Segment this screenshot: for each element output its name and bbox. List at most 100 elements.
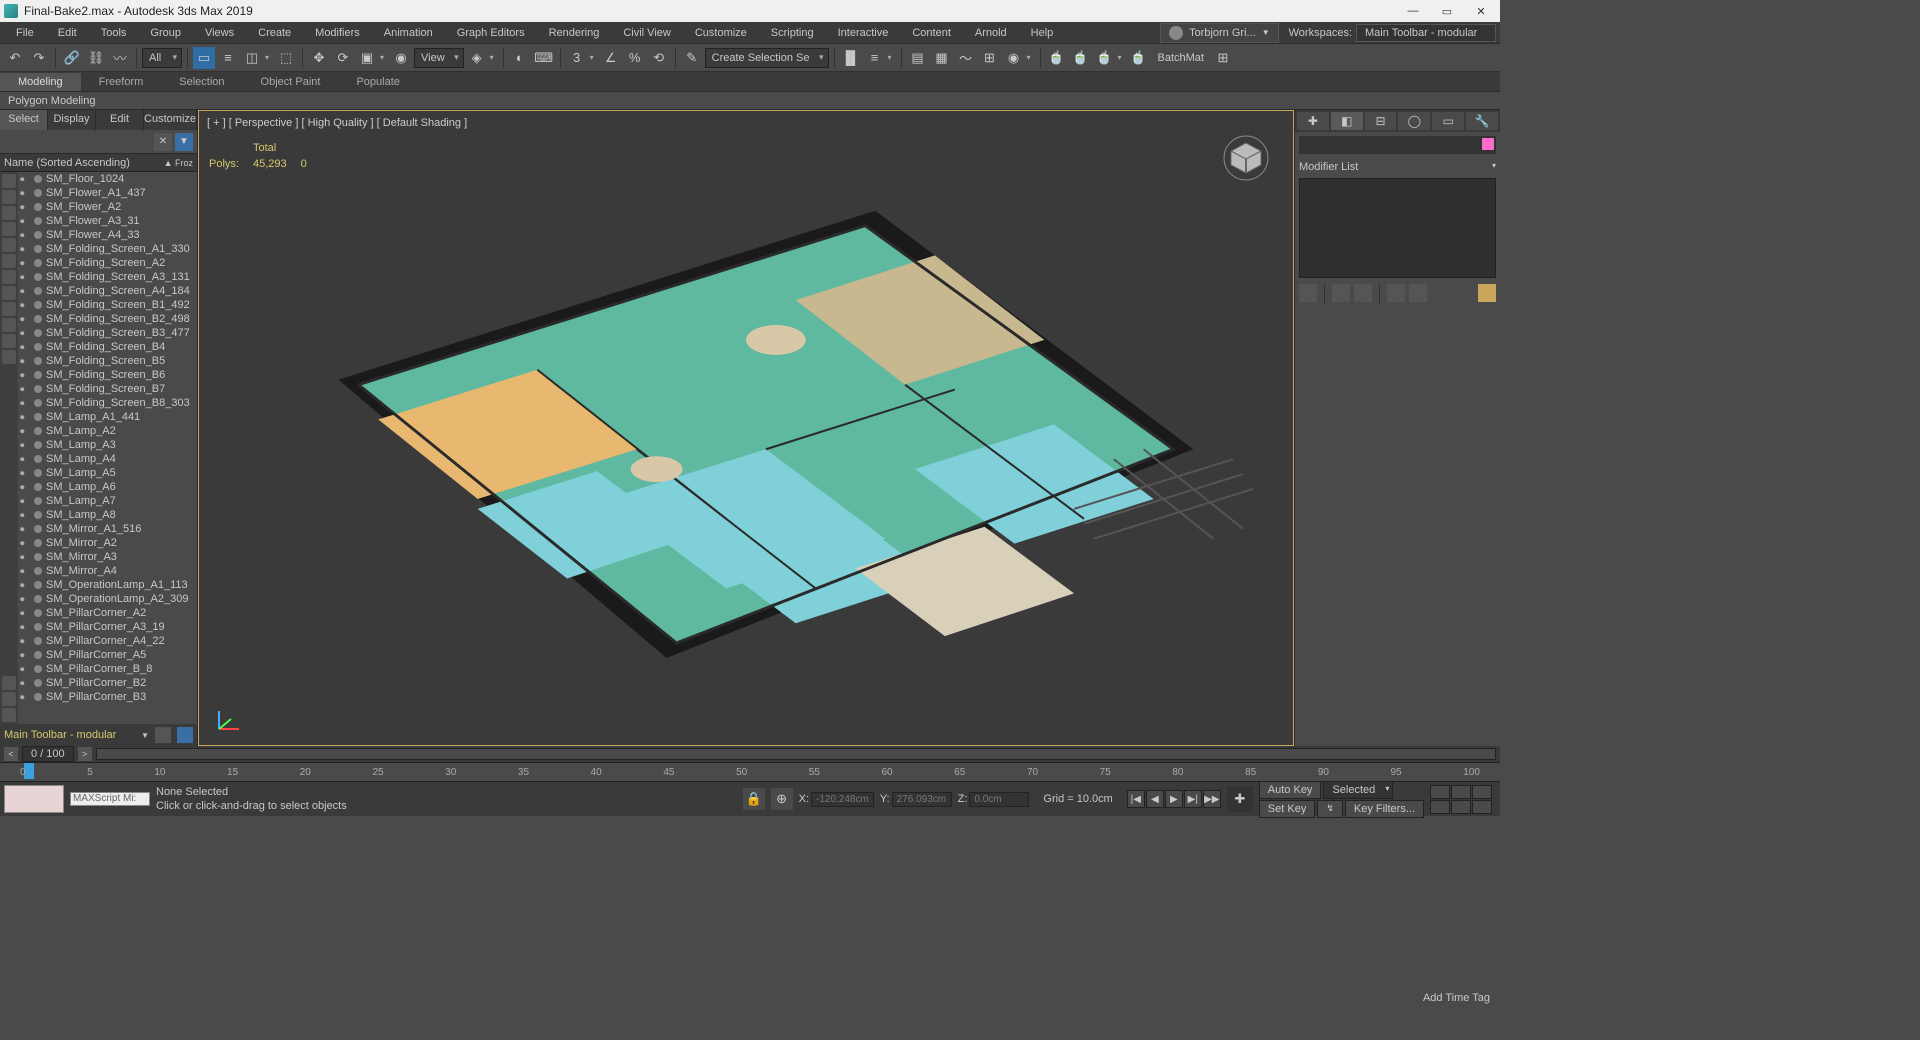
scene-list-header[interactable]: Name (Sorted Ascending) ▲ Froz [0,154,197,172]
key-filter-selected-dropdown[interactable]: Selected [1323,781,1393,799]
visibility-icon[interactable]: ⏺ [20,552,30,563]
window-crossing-button[interactable]: ⬚ [275,47,297,69]
object-color-swatch[interactable] [1482,138,1494,150]
move-button[interactable]: ✥ [308,47,330,69]
visibility-icon[interactable]: ⏺ [20,286,30,297]
menu-customize[interactable]: Customize [683,24,759,42]
edit-named-selection-button[interactable]: ✎ [681,47,703,69]
menu-civil-view[interactable]: Civil View [611,24,682,42]
show-end-result-icon[interactable] [1332,284,1350,302]
visibility-icon[interactable]: ⏺ [20,692,30,703]
redo-button[interactable]: ↷ [28,47,50,69]
maxscript-input[interactable]: MAXScript Mi: [70,792,150,806]
viewport-label[interactable]: [ + ] [ Perspective ] [ High Quality ] [… [207,117,467,129]
scene-object-row[interactable]: ⏺SM_Folding_Screen_A2 [18,256,197,270]
render-production-button[interactable]: 🍵 [1094,47,1116,69]
ribbon-tab-freeform[interactable]: Freeform [81,73,162,91]
modifier-list-dropdown[interactable]: Modifier List ▾ [1299,158,1496,176]
visibility-icon[interactable]: ⏺ [20,622,30,633]
maximize-button[interactable]: ▭ [1432,1,1462,21]
selection-lock-icon[interactable]: 🔒 [743,788,765,810]
filter-extra2-icon[interactable] [2,692,16,706]
spinner-snap-button[interactable]: ⟲ [648,47,670,69]
menu-modifiers[interactable]: Modifiers [303,24,372,42]
field-of-view-icon[interactable] [1430,800,1450,814]
scene-object-row[interactable]: ⏺SM_Folding_Screen_A1_330 [18,242,197,256]
menu-group[interactable]: Group [138,24,193,42]
scene-object-row[interactable]: ⏺SM_Folding_Screen_B1_492 [18,298,197,312]
menu-content[interactable]: Content [900,24,963,42]
unlink-button[interactable]: ⛓ [85,47,107,69]
visibility-icon[interactable]: ⏺ [20,524,30,535]
scene-object-row[interactable]: ⏺SM_Mirror_A2 [18,536,197,550]
filter-spacewarps-icon[interactable] [2,254,16,268]
zoom-all-icon[interactable] [1451,785,1471,799]
visibility-icon[interactable]: ⏺ [20,580,30,591]
curve-editor-button[interactable]: 〜 [955,47,977,69]
menu-interactive[interactable]: Interactive [826,24,901,42]
visibility-icon[interactable]: ⏺ [20,650,30,661]
visibility-icon[interactable]: ⏺ [20,188,30,199]
filter-lights-icon[interactable] [2,206,16,220]
scene-object-row[interactable]: ⏺SM_PillarCorner_A5 [18,648,197,662]
visibility-icon[interactable]: ⏺ [20,664,30,675]
coord-z-field[interactable]: 0.0cm [969,792,1029,807]
visibility-icon[interactable]: ⏺ [20,300,30,311]
scene-object-row[interactable]: ⏺SM_Flower_A4_33 [18,228,197,242]
visibility-icon[interactable]: ⏺ [20,594,30,605]
configure-sets-icon[interactable] [1409,284,1427,302]
menu-graph-editors[interactable]: Graph Editors [445,24,537,42]
visibility-icon[interactable]: ⏺ [20,426,30,437]
menu-scripting[interactable]: Scripting [759,24,826,42]
visibility-icon[interactable]: ⏺ [20,356,30,367]
scene-filter-button[interactable]: ▼ [175,133,193,151]
scene-footer-hierarchy-icon[interactable] [177,727,193,743]
pan-icon[interactable] [1451,800,1471,814]
ribbon-tab-populate[interactable]: Populate [338,73,417,91]
scene-object-row[interactable]: ⏺SM_Folding_Screen_B3_477 [18,326,197,340]
timeline-ruler[interactable]: 0510152025303540455055606570758085909510… [0,762,1500,782]
coord-x-field[interactable]: -120.248cm [811,792,874,807]
scene-object-row[interactable]: ⏺SM_Flower_A3_31 [18,214,197,228]
visibility-icon[interactable]: ⏺ [20,370,30,381]
schematic-view-button[interactable]: ⊞ [979,47,1001,69]
visibility-icon[interactable]: ⏺ [20,608,30,619]
viewport-perspective[interactable]: [ + ] [ Perspective ] [ High Quality ] [… [198,110,1294,746]
cmd-tab-hierarchy[interactable]: ⊟ [1365,112,1397,130]
material-swatch[interactable] [4,785,64,813]
set-key-big-button[interactable]: ✚ [1227,786,1253,812]
material-editor-button[interactable]: ◉ [1003,47,1025,69]
bind-spacewarp-button[interactable]: 〰 [109,47,131,69]
rotate-button[interactable]: ⟳ [332,47,354,69]
prev-frame-button[interactable]: ◀ [1146,790,1164,808]
scene-footer-layers-icon[interactable] [155,727,171,743]
add-time-tag-button[interactable]: Add Time Tag [1419,992,1490,1004]
visibility-icon[interactable]: ⏺ [20,566,30,577]
filter-hidden-icon[interactable] [2,350,16,364]
scene-object-row[interactable]: ⏺SM_Mirror_A3 [18,550,197,564]
scene-object-row[interactable]: ⏺SM_OperationLamp_A2_309 [18,592,197,606]
visibility-icon[interactable]: ⏺ [20,174,30,185]
scene-object-row[interactable]: ⏺SM_Lamp_A6 [18,480,197,494]
filter-shapes-icon[interactable] [2,190,16,204]
render-iterative-button[interactable]: 🍵 [1128,47,1150,69]
keyboard-shortcut-button[interactable]: ⌨ [533,47,555,69]
visibility-icon[interactable]: ⏺ [20,510,30,521]
absolute-transform-icon[interactable]: ⊕ [771,788,793,810]
rendered-frame-button[interactable]: 🍵 [1070,47,1092,69]
placement-button[interactable]: ◉ [390,47,412,69]
scene-tab-select[interactable]: Select [0,110,48,130]
scene-object-row[interactable]: ⏺SM_PillarCorner_A3_19 [18,620,197,634]
visibility-icon[interactable]: ⏺ [20,202,30,213]
visibility-icon[interactable]: ⏺ [20,398,30,409]
manipulate-button[interactable]: ◐ [509,47,531,69]
scene-object-row[interactable]: ⏺SM_Folding_Screen_B4 [18,340,197,354]
filter-extra1-icon[interactable] [2,676,16,690]
visibility-icon[interactable]: ⏺ [20,230,30,241]
link-button[interactable]: 🔗 [61,47,83,69]
orbit-icon[interactable] [1472,800,1492,814]
ribbon-tab-modeling[interactable]: Modeling [0,73,81,91]
visibility-icon[interactable]: ⏺ [20,678,30,689]
scene-object-row[interactable]: ⏺SM_Lamp_A5 [18,466,197,480]
scene-tab-edit[interactable]: Edit [96,110,144,130]
